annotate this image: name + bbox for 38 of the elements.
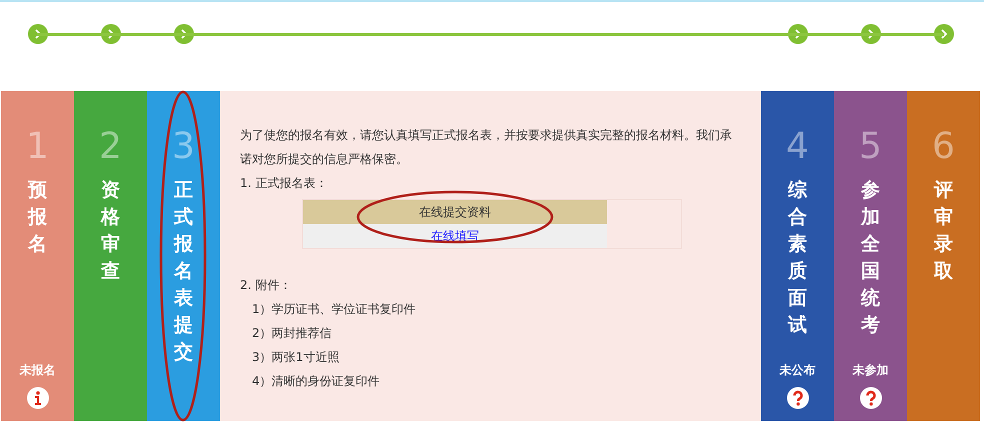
- attachment-item: 1）学历证书、学位证书复印件: [251, 301, 417, 318]
- question-icon: [860, 387, 882, 409]
- intro-text: 为了使您的报名有效，请您认真填写正式报名表，并按要求提供真实完整的报名材料。我们承诺对您所提交的信息严格保密。: [240, 127, 733, 168]
- step-column[interactable]: 4 综合素质面试 未公布: [761, 91, 834, 421]
- step-marker-icon[interactable]: [174, 24, 194, 44]
- table-header: 在线提交资料: [303, 200, 607, 224]
- step-title: 资格审查: [101, 178, 120, 284]
- step-marker-icon[interactable]: [100, 24, 120, 44]
- step-marker-icon[interactable]: [788, 24, 808, 44]
- step-number: 6: [932, 127, 955, 167]
- step-column[interactable]: 5 参加全国统考 未参加: [834, 91, 907, 421]
- step-column[interactable]: 1 预报名 未报名: [1, 91, 74, 421]
- step-title: 评审录取: [934, 178, 953, 284]
- step-title: 综合素质面试: [788, 178, 807, 338]
- step-number: 5: [859, 127, 882, 167]
- step-number: 3: [172, 127, 195, 167]
- step-column[interactable]: 6 评审录取: [907, 91, 980, 421]
- step-status: 未公布: [780, 362, 816, 379]
- step-number: 2: [99, 127, 122, 167]
- step-title: 参加全国统考: [861, 178, 880, 338]
- info-icon: [26, 387, 48, 409]
- step-title: 正式报名表提交: [174, 178, 193, 365]
- attachment-item: 4）清晰的身份证复印件: [251, 373, 381, 390]
- step-number: 1: [26, 127, 49, 167]
- step-number: 4: [786, 127, 809, 167]
- step-marker-icon[interactable]: [28, 24, 48, 44]
- step-column[interactable]: 3 正式报名表提交: [147, 91, 220, 421]
- step-title: 预报名: [28, 178, 47, 257]
- step-marker-icon[interactable]: [934, 24, 954, 44]
- step-status: 未报名: [20, 362, 56, 379]
- step-column[interactable]: 2 资格审查: [74, 91, 147, 421]
- attachment-item: 3）两张1寸近照: [251, 349, 340, 366]
- step-status: 未参加: [852, 362, 888, 379]
- question-icon: [786, 387, 808, 409]
- attachment-item: 2）两封推荐信: [251, 325, 333, 342]
- section-heading: 2. 附件：: [240, 277, 292, 294]
- step-marker-icon[interactable]: [860, 24, 880, 44]
- section-heading: 1. 正式报名表：: [240, 175, 328, 192]
